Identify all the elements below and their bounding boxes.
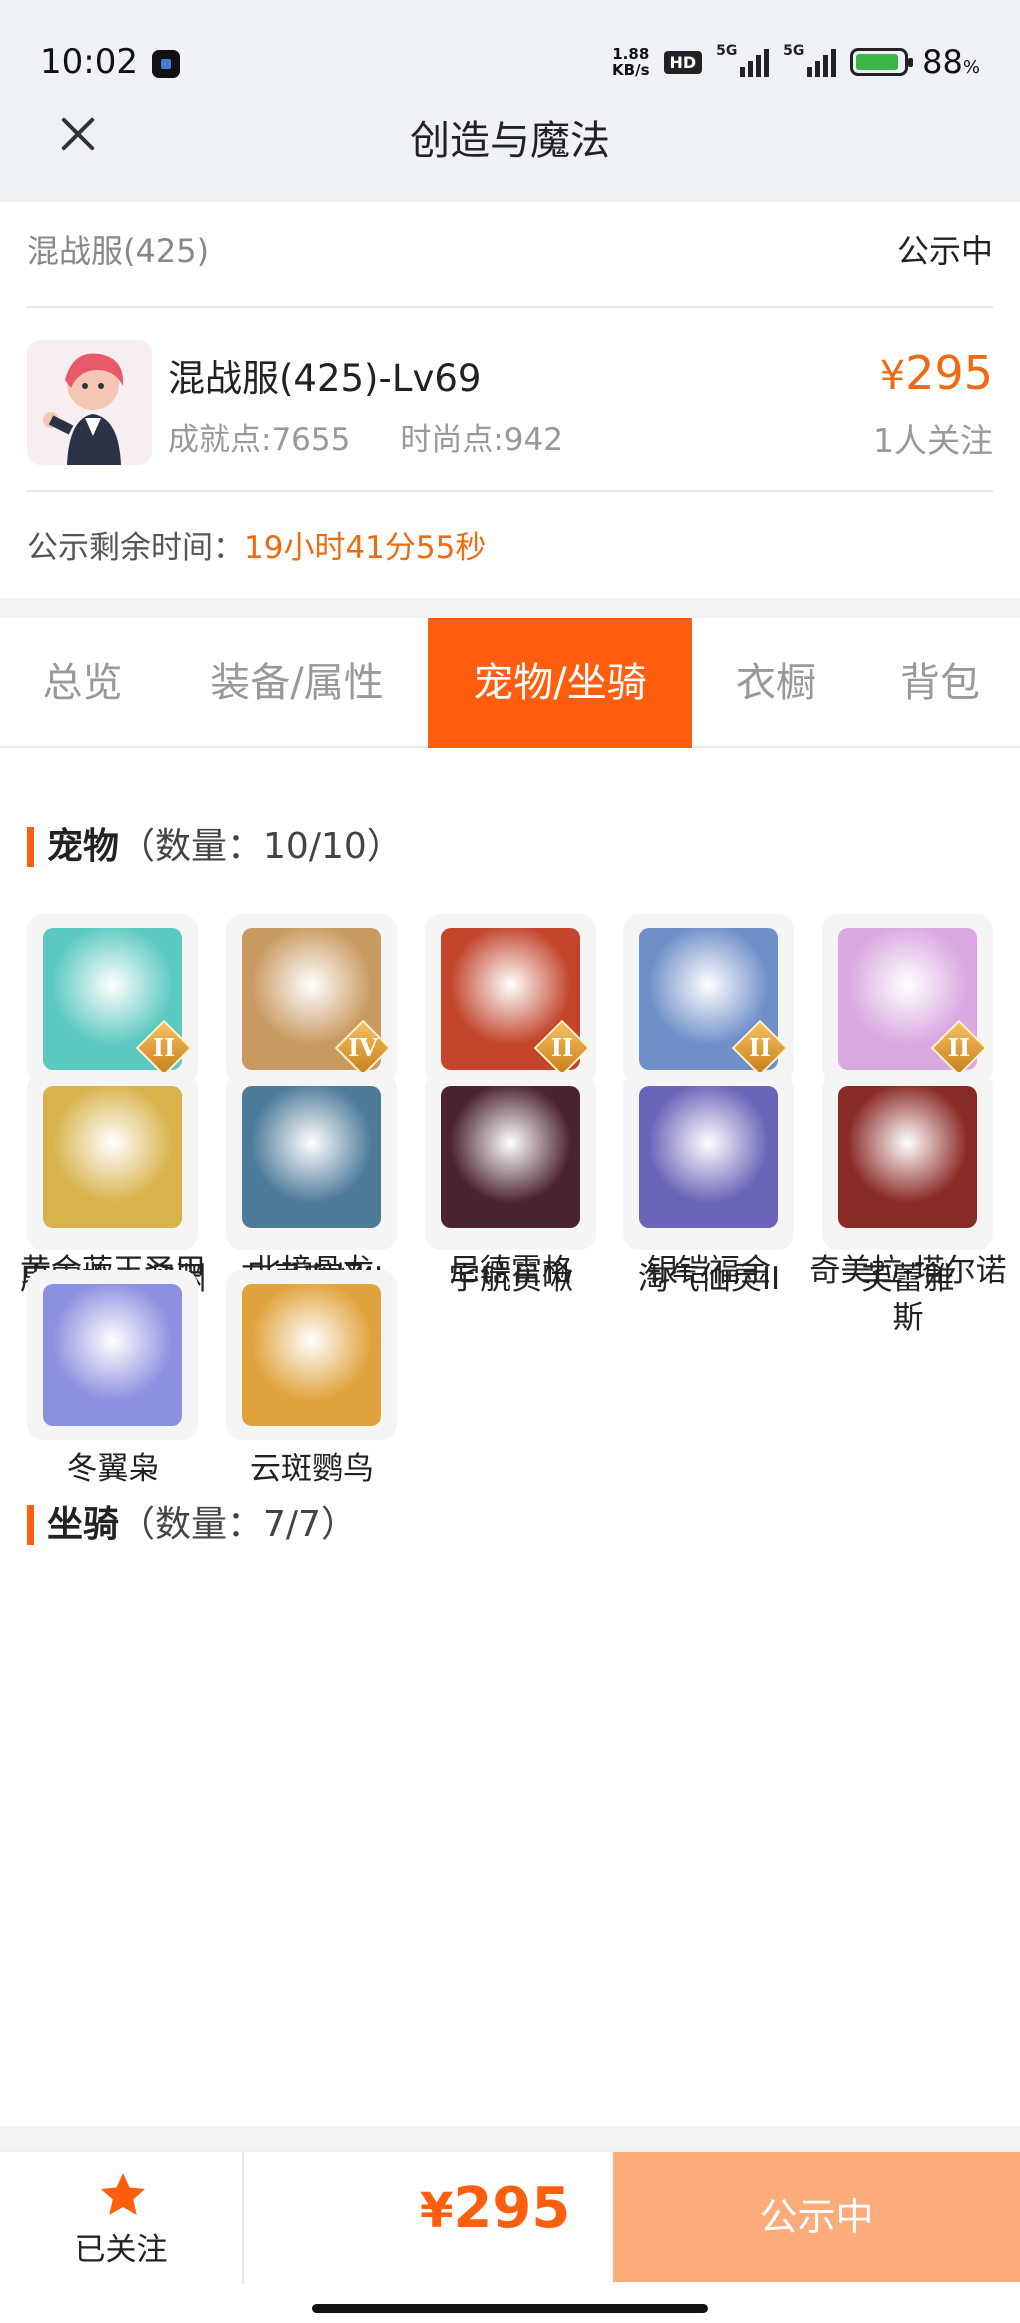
server-row: 混战服(425) 公示中 <box>27 202 993 308</box>
star-icon <box>101 2173 145 2215</box>
fashion-points: 时尚点:942 <box>400 422 563 458</box>
battery-icon <box>850 48 914 76</box>
top-header: 10:02 1.88 KB/s HD 5G 5G 88% 创造与魔法 <box>0 0 1020 202</box>
mount-item[interactable]: 尼德霍格 <box>425 1072 596 1295</box>
mount-item[interactable]: 北境骨龙 <box>226 1072 397 1295</box>
mount-name: 奇美拉-塔尔诺斯 <box>809 1253 1007 1336</box>
countdown-row: 公示剩余时间：19小时41分55秒 <box>27 522 486 567</box>
account-info-card: 混战服(425) 公示中 混战服(425)-Lv69 成就点:7655 时尚点:9… <box>0 202 1020 598</box>
grade-label: II <box>152 1033 176 1062</box>
mount-thumbnail <box>27 1072 198 1242</box>
mount-thumbnail <box>623 1072 794 1242</box>
page-title: 创造与魔法 <box>410 118 610 164</box>
hd-badge: HD <box>663 50 703 74</box>
avatar <box>27 340 152 465</box>
pets-section-title: 宠物 <box>47 826 120 867</box>
character-title: 混战服(425)-Lv69 <box>168 357 482 400</box>
character-row[interactable]: 混战服(425)-Lv69 成就点:7655 时尚点:942 ¥295 1人关注 <box>27 310 993 492</box>
pets-count: （数量：10/10） <box>119 826 403 867</box>
parrot-mount-icon <box>242 1284 381 1426</box>
tab-backpack[interactable]: 背包 <box>860 618 1020 748</box>
mount-item[interactable]: 冬翼枭 <box>27 1270 198 1493</box>
follow-label: 已关注 <box>74 2232 168 2268</box>
pets-section-header: 宠物（数量：10/10） <box>27 824 403 870</box>
bottom-price: ¥295 <box>420 2176 571 2241</box>
mount-item[interactable]: 奇美拉-塔尔诺斯 <box>809 1072 1007 1342</box>
tab-equipment[interactable]: 装备/属性 <box>182 618 412 748</box>
status-indicators: 1.88 KB/s HD 5G 5G 88% <box>612 42 980 82</box>
grade-label: II <box>550 1033 574 1062</box>
mount-item[interactable]: 云斑鹦鸟 <box>226 1270 397 1493</box>
network-speed: 1.88 KB/s <box>612 46 649 78</box>
app-notification-icon <box>152 50 180 78</box>
mounts-section-title: 坐骑 <box>47 1504 120 1545</box>
bottom-bar: 已关注 ¥295 公示中 <box>0 2150 1020 2323</box>
network-speed-value: 1.88 <box>612 45 650 63</box>
pet-thumbnail: II <box>822 914 993 1084</box>
mount-thumbnail <box>425 1072 596 1242</box>
mount-item[interactable]: 银铠福金 <box>623 1072 794 1295</box>
pets-mounts-panel: 宠物（数量：10/10） II归墟净螭IIIV炸弹松鼠IVII龙血拳皇 IIII… <box>0 748 1020 2126</box>
battery-percent: 88% <box>922 43 980 81</box>
mount-thumbnail <box>226 1072 397 1242</box>
mount-name: 尼德霍格 <box>449 1253 573 1289</box>
follower-count: 1人关注 <box>873 421 993 460</box>
signal-icon: 5G <box>716 43 770 77</box>
status-bar: 10:02 1.88 KB/s HD 5G 5G 88% <box>0 0 1020 110</box>
mount-name: 冬翼枭 <box>66 1451 160 1487</box>
character-stats: 成就点:7655 时尚点:942 <box>168 414 563 459</box>
status-time: 10:02 <box>40 42 138 82</box>
tab-wardrobe[interactable]: 衣橱 <box>708 618 844 748</box>
countdown-value: 19小时41分55秒 <box>244 530 487 566</box>
signal-label-2: 5G <box>783 43 805 59</box>
mount-thumbnail <box>822 1072 993 1242</box>
network-speed-unit: KB/s <box>612 61 650 79</box>
signal-label: 5G <box>716 43 738 59</box>
character-price: ¥295 <box>879 346 993 400</box>
mount-name: 云斑鹦鸟 <box>250 1451 374 1487</box>
pet-thumbnail: IV <box>226 914 397 1084</box>
chimera-mount-icon <box>838 1086 977 1228</box>
bone-dragon-mount-icon <box>242 1086 381 1228</box>
owl-mount-icon <box>43 1284 182 1426</box>
pet-thumbnail: II <box>27 914 198 1084</box>
nidhogg-mount-icon <box>441 1086 580 1228</box>
listing-status: 公示中 <box>896 232 993 270</box>
tab-bar: 总览 装备/属性 宠物/坐骑 衣橱 背包 <box>0 618 1020 748</box>
tab-pets-mounts[interactable]: 宠物/坐骑 <box>428 618 692 748</box>
mount-thumbnail <box>226 1270 397 1440</box>
pet-thumbnail: II <box>425 914 596 1084</box>
mounts-section-header: 坐骑（数量：7/7） <box>27 1502 357 1548</box>
follow-button[interactable]: 已关注 <box>0 2152 244 2284</box>
grade-label: II <box>748 1033 772 1062</box>
home-indicator[interactable] <box>312 2304 708 2313</box>
countdown-label: 公示剩余时间： <box>27 530 244 566</box>
publicity-button[interactable]: 公示中 <box>613 2152 1020 2282</box>
server-name: 混战服(425) <box>27 232 210 270</box>
signal-icon-2: 5G <box>783 43 837 77</box>
pet-thumbnail: II <box>623 914 794 1084</box>
mount-name: 银铠福金 <box>647 1253 771 1289</box>
tab-overview[interactable]: 总览 <box>0 618 165 748</box>
silver-armor-mount-icon <box>639 1086 778 1228</box>
mount-thumbnail <box>27 1270 198 1440</box>
mounts-count: （数量：7/7） <box>119 1504 357 1545</box>
grade-label: II <box>947 1033 971 1062</box>
achievement-points: 成就点:7655 <box>168 422 351 458</box>
grade-label: IV <box>348 1033 378 1062</box>
beetle-mount-icon <box>43 1086 182 1228</box>
